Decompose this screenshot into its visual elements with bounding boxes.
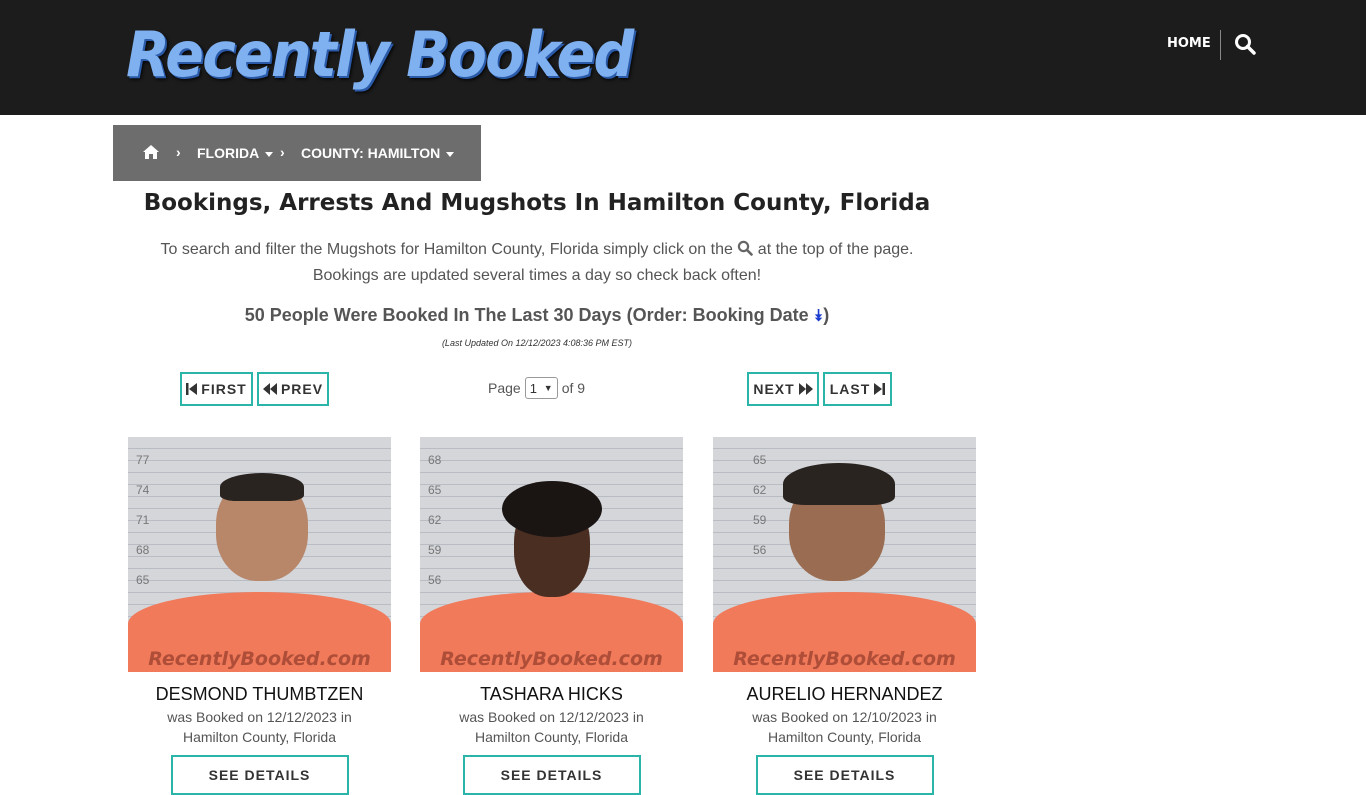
nav-home-link[interactable]: HOME bbox=[1167, 36, 1211, 51]
height-scale-mark: 59 bbox=[753, 513, 767, 527]
caret-down-icon bbox=[265, 151, 274, 157]
height-scale-mark: 59 bbox=[428, 543, 442, 557]
booking-card[interactable]: 65 62 59 56 RecentlyBooked.com AURELIO HERN… bbox=[713, 437, 976, 795]
person-name[interactable]: TASHARA HICKS bbox=[420, 684, 683, 705]
booking-date: was Booked on 12/10/2023 in bbox=[752, 709, 937, 725]
breadcrumb-county-label: COUNTY: HAMILTON bbox=[301, 145, 441, 161]
booking-location: Hamilton County, Florida bbox=[182, 729, 337, 745]
booking-info: was Booked on 12/12/2023 in Hamilton Coun… bbox=[420, 707, 683, 747]
intro-line2: Bookings are updated several times a day… bbox=[312, 267, 762, 284]
booking-date: was Booked on 12/12/2023 in bbox=[459, 709, 644, 725]
see-details-button[interactable]: SEE DETAILS bbox=[462, 755, 641, 795]
breadcrumb-state[interactable]: FLORIDA bbox=[197, 145, 274, 161]
first-page-icon bbox=[186, 383, 198, 395]
page-title: Bookings, Arrests And Mugshots In Hamilt… bbox=[143, 190, 931, 216]
site-header: Recently Booked HOME bbox=[0, 0, 1366, 115]
last-page-label: LAST bbox=[829, 381, 871, 397]
hair bbox=[502, 481, 602, 537]
mugshot-photo[interactable]: 65 62 59 56 RecentlyBooked.com bbox=[713, 437, 976, 672]
height-scale-mark: 62 bbox=[428, 513, 442, 527]
booking-count-text: 50 People Were Booked In The Last 30 Day… bbox=[244, 305, 809, 325]
booking-count: 50 People Were Booked In The Last 30 Day… bbox=[113, 305, 961, 326]
home-icon[interactable] bbox=[142, 144, 160, 160]
intro-part1: To search and filter the Mugshots for Ha… bbox=[160, 241, 733, 258]
booking-info: was Booked on 12/12/2023 in Hamilton Coun… bbox=[128, 707, 391, 747]
chevron-right-icon: › bbox=[280, 144, 285, 160]
last-page-icon bbox=[874, 383, 886, 395]
breadcrumb: › FLORIDA › COUNTY: HAMILTON bbox=[113, 125, 481, 181]
person-name[interactable]: AURELIO HERNANDEZ bbox=[713, 684, 976, 705]
breadcrumb-state-label: FLORIDA bbox=[197, 145, 260, 161]
intro-text: To search and filter the Mugshots for Ha… bbox=[113, 237, 961, 289]
nav-divider bbox=[1220, 30, 1221, 60]
last-page-button[interactable]: LAST bbox=[823, 372, 892, 406]
height-scale-mark: 56 bbox=[753, 543, 767, 557]
height-scale-mark: 65 bbox=[428, 483, 442, 497]
search-icon bbox=[738, 240, 754, 256]
height-scale: 77 74 71 68 65 bbox=[136, 445, 149, 595]
forward-icon bbox=[798, 383, 813, 395]
page-select-value: 1 bbox=[529, 380, 537, 396]
page-select[interactable]: 1 ▼ bbox=[524, 377, 558, 399]
height-scale: 65 62 59 56 bbox=[753, 445, 766, 565]
see-details-button[interactable]: SEE DETAILS bbox=[170, 755, 349, 795]
height-scale-mark: 62 bbox=[753, 483, 767, 497]
height-scale-mark: 65 bbox=[136, 573, 150, 587]
height-scale-mark: 56 bbox=[428, 573, 442, 587]
hair bbox=[783, 463, 895, 505]
height-scale: 68 65 62 59 56 bbox=[428, 445, 441, 595]
intro-part2: at the top of the page. bbox=[757, 241, 914, 258]
height-scale-mark: 65 bbox=[753, 453, 767, 467]
first-page-button[interactable]: FIRST bbox=[180, 372, 253, 406]
height-scale-mark: 74 bbox=[136, 483, 150, 497]
hair bbox=[220, 473, 304, 501]
next-page-button[interactable]: NEXT bbox=[747, 372, 819, 406]
watermark: RecentlyBooked.com bbox=[148, 648, 371, 670]
breadcrumb-county[interactable]: COUNTY: HAMILTON bbox=[301, 145, 455, 161]
height-scale-mark: 71 bbox=[136, 513, 150, 527]
person-name[interactable]: DESMOND THUMBTZEN bbox=[128, 684, 391, 705]
mugshot-photo[interactable]: 77 74 71 68 65 RecentlyBooked.com bbox=[128, 437, 391, 672]
watermark: RecentlyBooked.com bbox=[733, 648, 956, 670]
height-scale-mark: 68 bbox=[136, 543, 150, 557]
page-total: of 9 bbox=[561, 380, 586, 396]
height-scale-mark: 77 bbox=[136, 453, 150, 467]
last-updated: (Last Updated On 12/12/2023 4:08:36 PM E… bbox=[441, 338, 633, 348]
page-selector: Page 1 ▼ of 9 bbox=[488, 377, 585, 399]
mugshot-photo[interactable]: 68 65 62 59 56 RecentlyBooked.com bbox=[420, 437, 683, 672]
booking-location: Hamilton County, Florida bbox=[474, 729, 629, 745]
height-scale-mark: 68 bbox=[428, 453, 442, 467]
backward-icon bbox=[262, 383, 277, 395]
booking-location: Hamilton County, Florida bbox=[767, 729, 922, 745]
site-logo[interactable]: Recently Booked bbox=[126, 18, 634, 91]
booking-card[interactable]: 77 74 71 68 65 RecentlyBooked.com DESMOND TH… bbox=[128, 437, 391, 795]
search-icon[interactable] bbox=[1234, 33, 1256, 55]
page-label: Page bbox=[488, 380, 521, 396]
prev-page-button[interactable]: PREV bbox=[257, 372, 329, 406]
booking-count-close: ) bbox=[823, 305, 830, 325]
caret-down-icon bbox=[446, 151, 455, 157]
booking-card[interactable]: 68 65 62 59 56 RecentlyBooked.com TASHARA HI… bbox=[420, 437, 683, 795]
booking-date: was Booked on 12/12/2023 in bbox=[167, 709, 352, 725]
prev-page-label: PREV bbox=[280, 381, 324, 397]
chevron-right-icon: › bbox=[176, 144, 181, 160]
sort-order-icon[interactable]: ⯯ bbox=[814, 308, 824, 325]
next-page-label: NEXT bbox=[753, 381, 795, 397]
watermark: RecentlyBooked.com bbox=[440, 648, 663, 670]
see-details-button[interactable]: SEE DETAILS bbox=[755, 755, 934, 795]
first-page-label: FIRST bbox=[201, 381, 247, 397]
chevron-down-icon: ▼ bbox=[543, 383, 553, 393]
booking-info: was Booked on 12/10/2023 in Hamilton Coun… bbox=[713, 707, 976, 747]
